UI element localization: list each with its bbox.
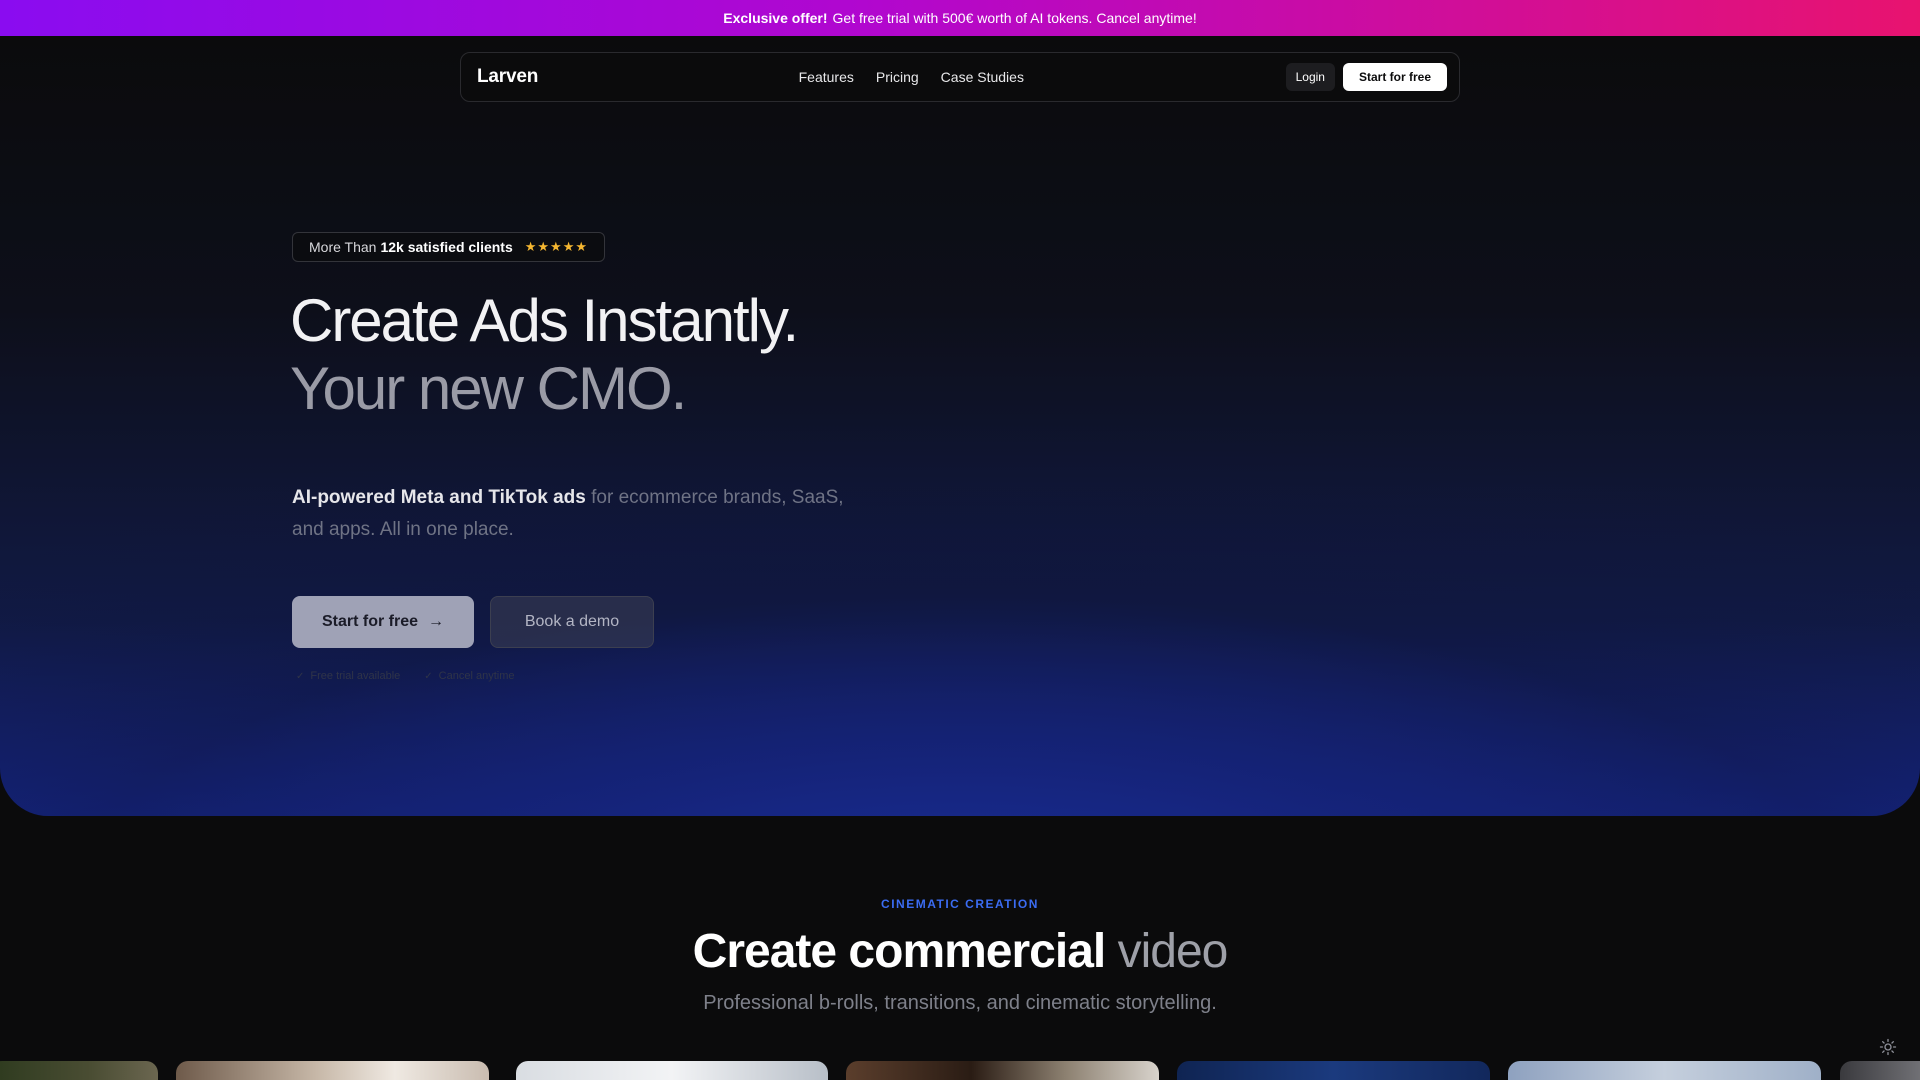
hero-section: Larven Features Pricing Case Studies Log… [0, 36, 1920, 816]
section-subtitle: Professional b-rolls, transitions, and c… [703, 992, 1217, 1014]
note-cancel-anytime-label: Cancel anytime [438, 670, 515, 682]
hero-subtitle-strong: AI-powered Meta and TikTok ads [292, 487, 586, 508]
hero-start-free-label: Start for free [321, 613, 419, 630]
hero-notes: ✓ Free trial available ✓ Cancel anytime [296, 670, 514, 682]
login-button[interactable]: Login [1285, 63, 1335, 91]
check-icon: ✓ [296, 670, 305, 682]
sun-icon [1879, 1038, 1897, 1056]
top-navbar: Larven Features Pricing Case Studies Log… [460, 52, 1460, 102]
video-thumbnail[interactable] [0, 1061, 158, 1080]
nav-link-features[interactable]: Features [799, 69, 854, 85]
nav-start-free-button[interactable]: Start for free [1342, 63, 1447, 91]
logo[interactable]: Larven [477, 66, 797, 88]
video-thumbnail-strip [0, 1061, 1920, 1080]
video-thumbnail[interactable] [176, 1061, 489, 1080]
video-thumbnail[interactable] [846, 1061, 1159, 1080]
section-kicker: CINEMATIC CREATION [881, 897, 1039, 911]
arrow-right-icon: → [428, 613, 445, 630]
video-thumbnail[interactable] [1840, 1061, 1920, 1080]
video-thumbnail[interactable] [516, 1061, 828, 1080]
rating-prefix: More Than [309, 239, 377, 255]
video-thumbnail[interactable] [1508, 1061, 1821, 1080]
promo-text: Get free trial with 500€ worth of AI tok… [832, 10, 1197, 26]
note-free-trial: ✓ Free trial available [296, 670, 400, 682]
rating-badge: More Than 12k satisfied clients ★★★★★ [292, 232, 606, 262]
nav-links: Features Pricing Case Studies [797, 69, 1026, 85]
hero-title-line2: Your new CMO. [290, 355, 687, 422]
book-demo-button[interactable]: Book a demo [490, 596, 654, 648]
note-cancel-anytime: ✓ Cancel anytime [424, 670, 514, 682]
rating-highlight: 12k satisfied clients [380, 239, 513, 255]
star-rating-icon: ★★★★★ [524, 239, 589, 254]
hero-start-free-button[interactable]: Start for free → [292, 596, 474, 648]
nav-actions: Login Start for free [1285, 63, 1447, 91]
nav-link-pricing[interactable]: Pricing [876, 69, 919, 85]
check-icon: ✓ [424, 670, 433, 682]
promo-highlight: Exclusive offer! [723, 10, 828, 26]
note-free-trial-label: Free trial available [310, 670, 401, 682]
section-title: Create commercial video [0, 922, 1920, 982]
hero-subtitle: AI-powered Meta and TikTok ads for ecomm… [292, 482, 852, 546]
hero-title-line1: Create Ads Instantly. [290, 287, 799, 354]
promo-banner[interactable]: Exclusive offer! Get free trial with 500… [0, 0, 1920, 36]
section-title-light: video [1117, 925, 1229, 978]
nav-link-case-studies[interactable]: Case Studies [941, 69, 1024, 85]
section-title-bold: Create commercial [692, 925, 1107, 978]
video-thumbnail[interactable] [1177, 1061, 1490, 1080]
theme-toggle-button[interactable] [1877, 1036, 1899, 1058]
